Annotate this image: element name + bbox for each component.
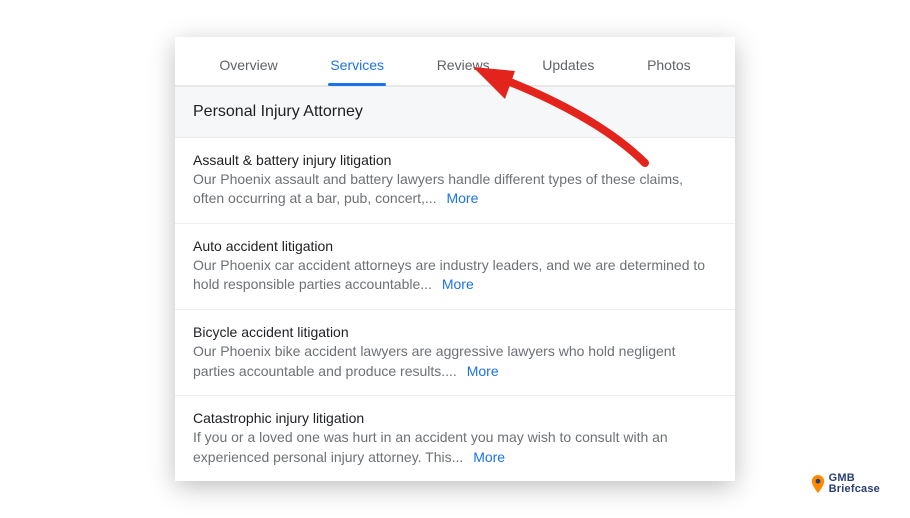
tab-updates[interactable]: Updates [538,51,598,85]
service-item: Catastrophic injury litigation If you or… [175,396,735,481]
services-category-header: Personal Injury Attorney [175,86,735,138]
service-description: Our Phoenix assault and battery lawyers … [193,170,717,209]
more-link[interactable]: More [442,276,474,292]
tab-reviews[interactable]: Reviews [433,51,494,85]
service-item: Auto accident litigation Our Phoenix car… [175,224,735,310]
service-item: Bicycle accident litigation Our Phoenix … [175,310,735,396]
service-title: Auto accident litigation [193,238,717,254]
service-item: Assault & battery injury litigation Our … [175,138,735,224]
more-link[interactable]: More [473,449,505,465]
service-title: Catastrophic injury litigation [193,410,717,426]
service-description: If you or a loved one was hurt in an acc… [193,428,717,467]
service-description: Our Phoenix car accident attorneys are i… [193,256,717,295]
brand-watermark: GMB Briefcase [811,473,880,496]
tab-overview[interactable]: Overview [215,51,281,85]
map-pin-icon [811,475,825,493]
more-link[interactable]: More [467,363,499,379]
brand-line2: Briefcase [829,484,880,496]
tab-services[interactable]: Services [326,51,388,85]
service-title: Bicycle accident litigation [193,324,717,340]
services-list: Assault & battery injury litigation Our … [175,138,735,482]
profile-tabs: Overview Services Reviews Updates Photos [175,37,735,86]
more-link[interactable]: More [446,190,478,206]
tab-photos[interactable]: Photos [643,51,695,85]
service-title: Assault & battery injury litigation [193,152,717,168]
gmb-services-panel: Overview Services Reviews Updates Photos… [175,37,735,482]
service-description: Our Phoenix bike accident lawyers are ag… [193,342,717,381]
